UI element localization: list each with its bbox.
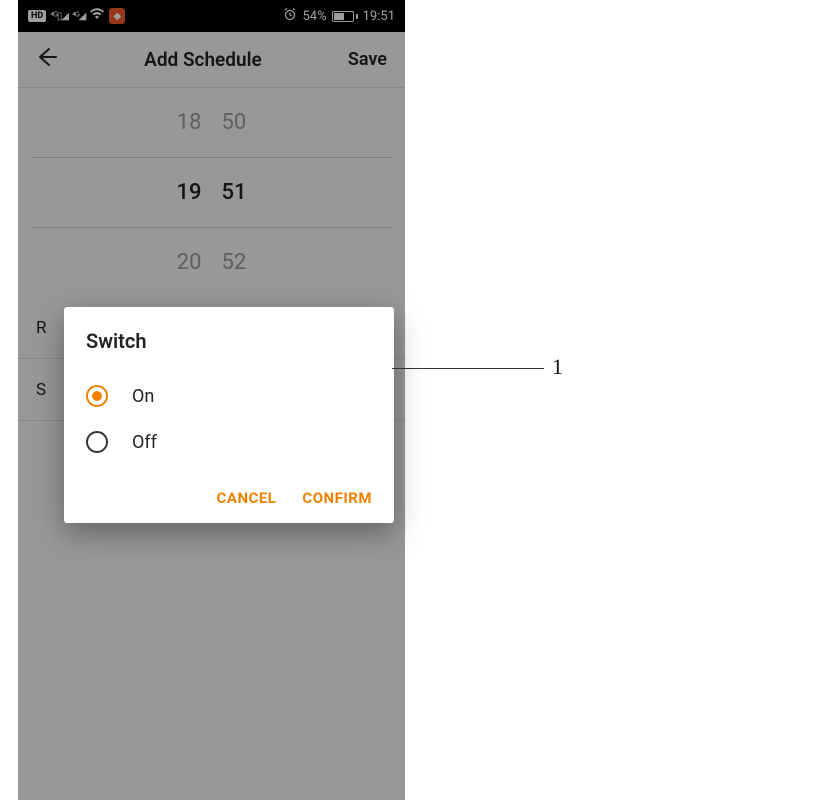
confirm-button[interactable]: CONFIRM xyxy=(302,489,372,507)
radio-off-label: Off xyxy=(132,432,157,453)
radio-option-on[interactable]: On xyxy=(86,373,372,419)
radio-unchecked-icon xyxy=(86,431,108,453)
cancel-button[interactable]: CANCEL xyxy=(217,489,277,507)
radio-checked-icon xyxy=(86,385,108,407)
callout-line xyxy=(392,368,544,369)
switch-dialog: Switch On Off CANCEL CONFIRM xyxy=(64,307,394,523)
phone-screen: HD ⁴ᴳ▯◢ ⁴ᴳ◢ ◆ 54% 19:51 Add Schedule Sav… xyxy=(18,0,405,800)
radio-option-off[interactable]: Off xyxy=(86,419,372,465)
radio-on-label: On xyxy=(132,386,154,407)
callout-label-1: 1 xyxy=(552,354,563,380)
dialog-actions: CANCEL CONFIRM xyxy=(86,489,372,507)
dialog-title: Switch xyxy=(86,329,372,353)
